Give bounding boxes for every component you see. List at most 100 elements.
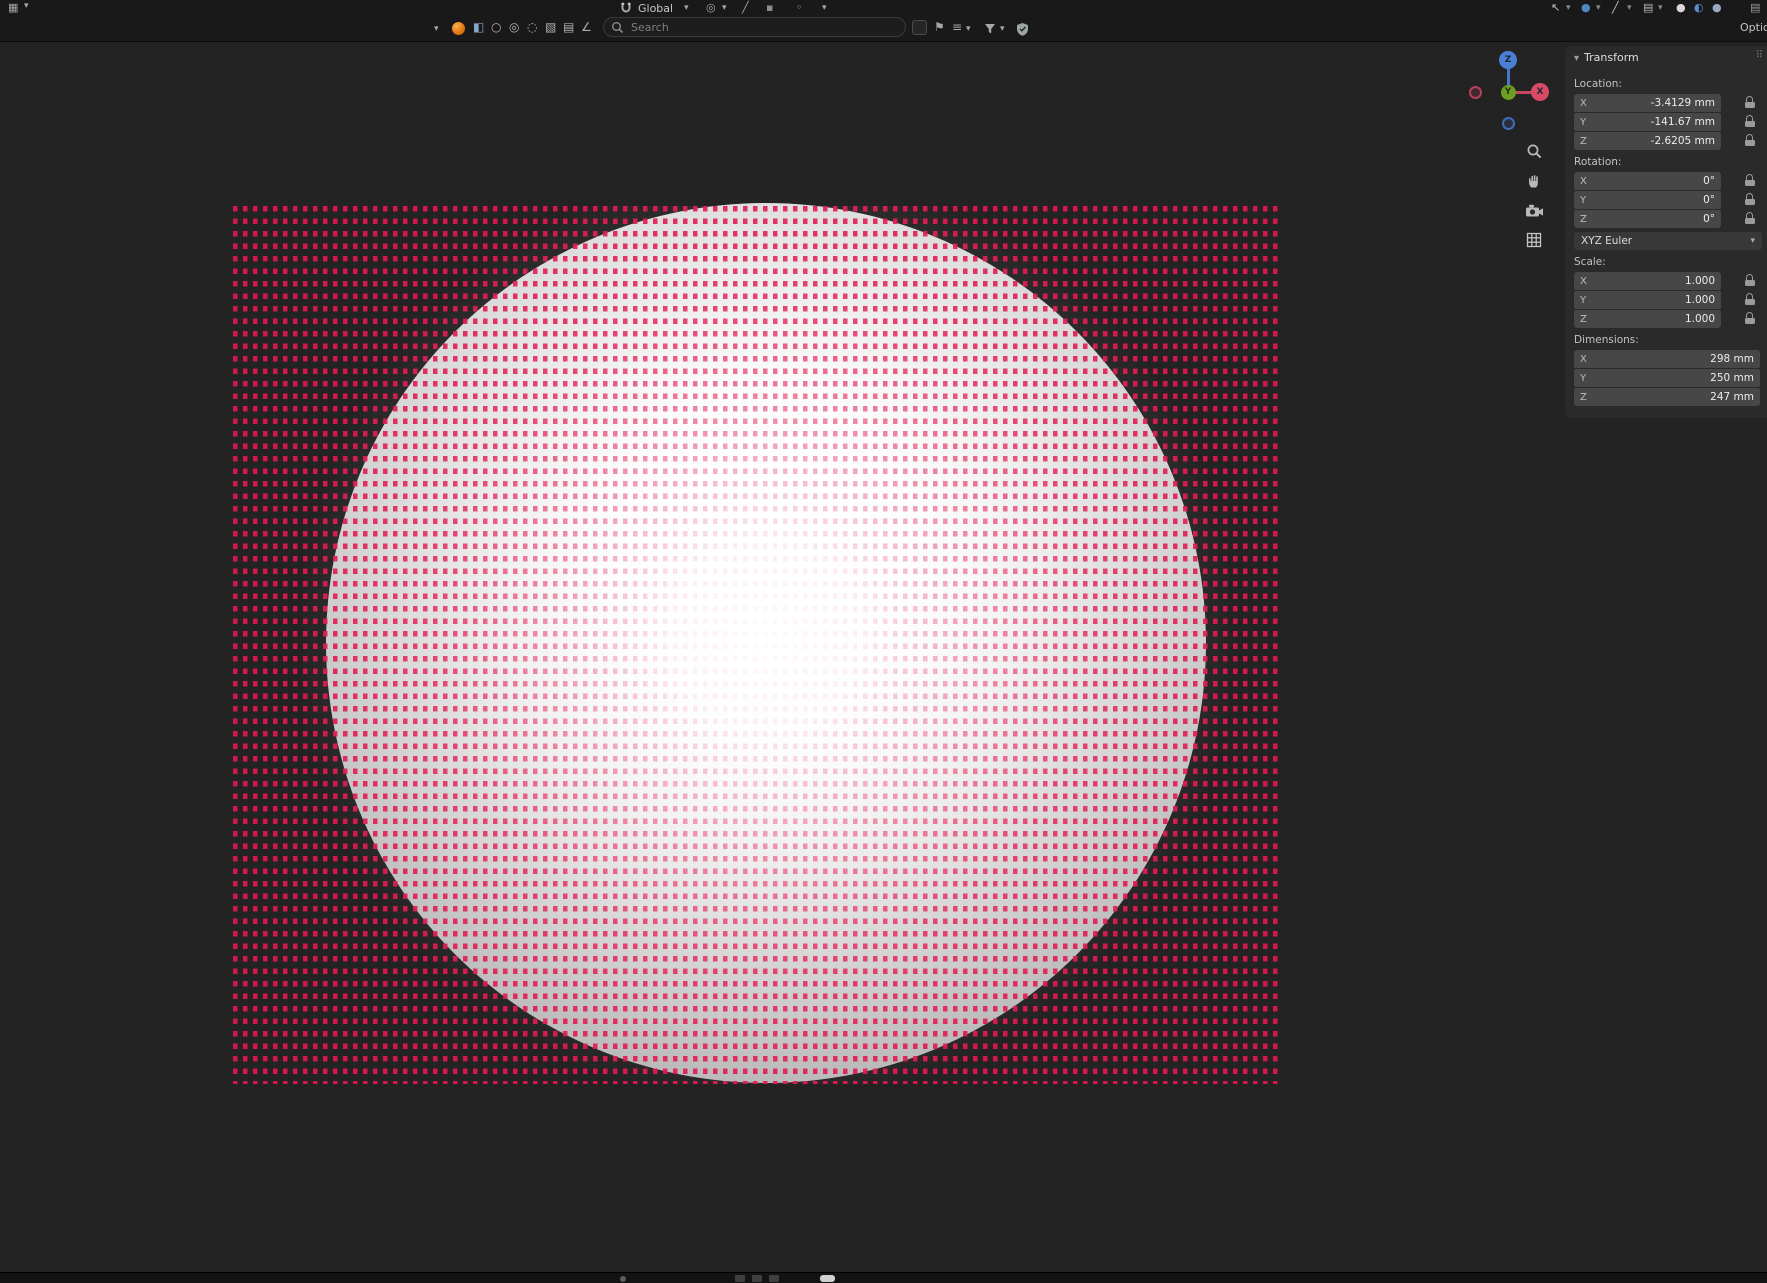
- gizmo-y-axis[interactable]: Y: [1501, 85, 1516, 100]
- shield-check-icon[interactable]: [1016, 22, 1029, 39]
- point-grid-object[interactable]: [233, 206, 1280, 1084]
- axis-letter: Y: [1580, 295, 1586, 306]
- editor-type-chevron-icon[interactable]: ▾: [24, 2, 29, 11]
- search-icon: [611, 21, 624, 34]
- rotation-z-field[interactable]: Z 0°: [1574, 210, 1721, 228]
- status-icon[interactable]: [769, 1275, 779, 1282]
- status-icon[interactable]: [735, 1275, 745, 1282]
- display-mode-box[interactable]: [912, 20, 927, 35]
- gizmo-z-axis[interactable]: Z: [1499, 51, 1517, 69]
- sphere-icon[interactable]: ○: [491, 21, 501, 33]
- render-menu-icon[interactable]: ▤: [1750, 2, 1760, 13]
- navigation-gizmo[interactable]: Z X Y: [1462, 48, 1554, 140]
- field-value: -2.6205 mm: [1651, 135, 1715, 147]
- falloff-circle-icon[interactable]: ◦: [796, 2, 803, 13]
- location-label: Location:: [1574, 78, 1622, 90]
- dropdown-chevron-icon[interactable]: ▾: [1566, 4, 1571, 13]
- lock-icon[interactable]: [1744, 293, 1756, 306]
- filter-icon[interactable]: [984, 23, 996, 37]
- axis-letter: Z: [1580, 392, 1587, 403]
- lock-icon[interactable]: [1744, 96, 1756, 109]
- axis-letter: X: [1580, 354, 1587, 365]
- orientation-chevron-icon[interactable]: ▾: [684, 4, 689, 13]
- panel-drag-dots-icon[interactable]: ⠿: [1756, 50, 1763, 61]
- snapping-magnet-icon[interactable]: [620, 2, 632, 16]
- list-display-icon[interactable]: ≡: [952, 21, 962, 33]
- options-button[interactable]: Options: [1740, 21, 1767, 34]
- pivot-point-icon[interactable]: ◎: [706, 2, 716, 13]
- rotation-y-field[interactable]: Y 0°: [1574, 191, 1721, 209]
- ortho-toggle-button[interactable]: [1523, 229, 1545, 251]
- proportional-edit-icon[interactable]: ╱: [742, 2, 749, 13]
- concentric-sphere-icon[interactable]: ◎: [509, 21, 519, 33]
- lock-icon[interactable]: [1744, 193, 1756, 206]
- dropdown-chevron-icon[interactable]: ▾: [1627, 4, 1632, 13]
- orientation-dropdown[interactable]: Global: [638, 3, 673, 14]
- camera-icon: [1525, 203, 1544, 218]
- dropdown-chevron-icon[interactable]: ▾: [1596, 4, 1601, 13]
- hand-icon: [1526, 173, 1542, 189]
- viewport-header: ▦ ▾ Global ▾ ◎ ▾ ╱ ▪ ◦ ▾ ↖ ▾ ● ▾ ╱ ▾ ▤ ▾…: [0, 0, 1767, 42]
- search-input[interactable]: [629, 20, 898, 35]
- scale-y-field[interactable]: Y 1.000: [1574, 291, 1721, 309]
- tool-chevron-icon[interactable]: ▾: [434, 25, 439, 34]
- cursor-tool-icon[interactable]: ↖: [1551, 2, 1560, 13]
- lock-icon[interactable]: [1744, 174, 1756, 187]
- collapse-chevron-icon: ▾: [1574, 53, 1579, 64]
- gizmo-x-axis[interactable]: X: [1531, 83, 1549, 101]
- lock-icon[interactable]: [1744, 212, 1756, 225]
- lock-icon[interactable]: [1744, 134, 1756, 147]
- scale-z-field[interactable]: Z 1.000: [1574, 310, 1721, 328]
- axis-letter: X: [1580, 276, 1587, 287]
- field-value: 1.000: [1685, 313, 1715, 325]
- status-highlight[interactable]: [820, 1275, 835, 1282]
- scale-x-field[interactable]: X 1.000: [1574, 272, 1721, 290]
- lock-icon[interactable]: [1744, 312, 1756, 325]
- location-x-field[interactable]: X -3.4129 mm: [1574, 94, 1721, 112]
- zoom-tool-button[interactable]: [1523, 140, 1545, 162]
- gradient-square-icon[interactable]: ▪: [766, 2, 773, 13]
- list-chevron-icon[interactable]: ▾: [966, 25, 971, 34]
- rotation-mode-value: XYZ Euler: [1581, 235, 1632, 247]
- shading-rendered-icon[interactable]: ●: [1712, 2, 1722, 13]
- gizmo-toggle-icon[interactable]: ●: [1581, 2, 1591, 13]
- cube-icon[interactable]: ▧: [545, 21, 556, 33]
- dimensions-y-field[interactable]: Y 250 mm: [1574, 369, 1760, 387]
- status-icon[interactable]: [752, 1275, 762, 1282]
- gizmo-neg-x-axis[interactable]: [1469, 86, 1482, 99]
- bookmark-icon[interactable]: ⚑: [934, 21, 945, 33]
- location-y-field[interactable]: Y -141.67 mm: [1574, 113, 1721, 131]
- transform-panel-header[interactable]: ▾Transform: [1574, 51, 1639, 64]
- dimensions-z-field[interactable]: Z 247 mm: [1574, 388, 1760, 406]
- blender-window: ▦ ▾ Global ▾ ◎ ▾ ╱ ▪ ◦ ▾ ↖ ▾ ● ▾ ╱ ▾ ▤ ▾…: [0, 0, 1767, 1283]
- dashed-circle-icon[interactable]: ◌: [527, 21, 537, 33]
- layers-icon[interactable]: ▤: [563, 21, 574, 33]
- scale-label: Scale:: [1574, 256, 1606, 268]
- angle-icon[interactable]: ∠: [581, 21, 592, 33]
- location-z-field[interactable]: Z -2.6205 mm: [1574, 132, 1721, 150]
- camera-view-button[interactable]: [1523, 199, 1545, 221]
- lock-icon[interactable]: [1744, 115, 1756, 128]
- pan-tool-button[interactable]: [1523, 170, 1545, 192]
- lock-icon[interactable]: [1744, 274, 1756, 287]
- shading-solid-icon[interactable]: ●: [1676, 2, 1686, 13]
- overlays-icon[interactable]: ▤: [1643, 2, 1653, 13]
- falloff-chevron-icon[interactable]: ▾: [822, 4, 827, 13]
- rotation-label: Rotation:: [1574, 156, 1621, 168]
- annotate-icon[interactable]: ╱: [1612, 2, 1619, 13]
- rotation-x-field[interactable]: X 0°: [1574, 172, 1721, 190]
- rotation-mode-dropdown[interactable]: XYZ Euler ▾: [1574, 232, 1762, 250]
- dimensions-x-field[interactable]: X 298 mm: [1574, 350, 1760, 368]
- field-value: 250 mm: [1710, 372, 1754, 384]
- pivot-chevron-icon[interactable]: ▾: [722, 4, 727, 13]
- falloff-sphere-icon[interactable]: [452, 22, 465, 35]
- gizmo-neg-z-axis[interactable]: [1502, 117, 1515, 130]
- filter-chevron-icon[interactable]: ▾: [1000, 25, 1005, 34]
- axis-letter: Z: [1580, 214, 1587, 225]
- shading-material-icon[interactable]: ◐: [1694, 2, 1704, 13]
- search-field[interactable]: [603, 17, 906, 37]
- dropdown-chevron-icon[interactable]: ▾: [1658, 4, 1663, 13]
- half-square-icon[interactable]: ◧: [473, 21, 484, 33]
- axis-letter: X: [1580, 176, 1587, 187]
- editor-type-icon[interactable]: ▦: [8, 2, 18, 13]
